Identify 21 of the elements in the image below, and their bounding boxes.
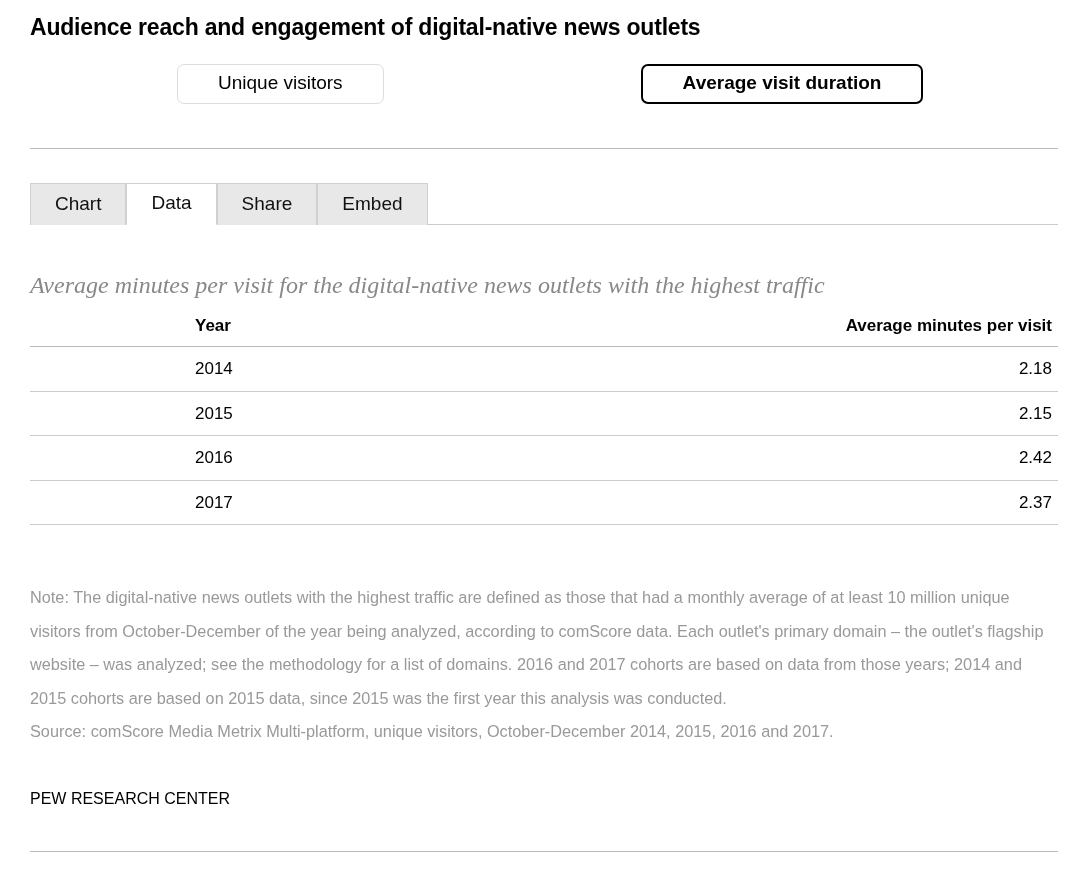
column-header: Average minutes per visit	[330, 308, 1058, 347]
footer-credit: PEW RESEARCH CENTER	[30, 788, 232, 809]
toggle-button[interactable]: Average visit duration	[640, 63, 924, 104]
tab[interactable]: Data	[126, 182, 217, 225]
table-cell: 2.37	[330, 480, 1058, 525]
table-caption: Average minutes per visit for the digital-native news outlets with the highest traffic	[30, 270, 826, 300]
tab[interactable]: Chart	[30, 182, 127, 225]
chart-title: Audience reach and engagement of digital-native news outlets	[30, 14, 702, 42]
source-text: Source: comScore Media Metrix Multi-platform, unique visitors, October-December 2014, 2015, 2016 and 2017.	[30, 721, 835, 743]
toggle-button[interactable]: Unique visitors	[177, 63, 384, 104]
table-cell: 2014	[30, 346, 330, 392]
table-cell: 2.18	[330, 346, 1058, 392]
note-text: Note: The digital-native news outlets with the highest traffic are defined as those that had a monthly average of at least 10 million unique visitors from October-December of the year being analyzed, according to comScore data. Each outlet's primary domain – the outlet's flagship website – was analyzed; see the methodology for a list of domains. 2016 and 2017 cohorts are based on data from those years; 2014 and 2015 cohorts are based on 2015 data, since 2015 was the first year this analysis was conducted.	[30, 587, 1045, 709]
table-cell: 2017	[30, 480, 330, 525]
column-header: Year	[30, 308, 330, 347]
table-cell: 2.15	[330, 391, 1058, 436]
table-cell: 2016	[30, 435, 330, 481]
table-cell: 2.42	[330, 435, 1058, 481]
tab[interactable]: Embed	[317, 182, 428, 225]
tab[interactable]: Share	[216, 182, 318, 225]
table-cell: 2015	[30, 391, 330, 436]
